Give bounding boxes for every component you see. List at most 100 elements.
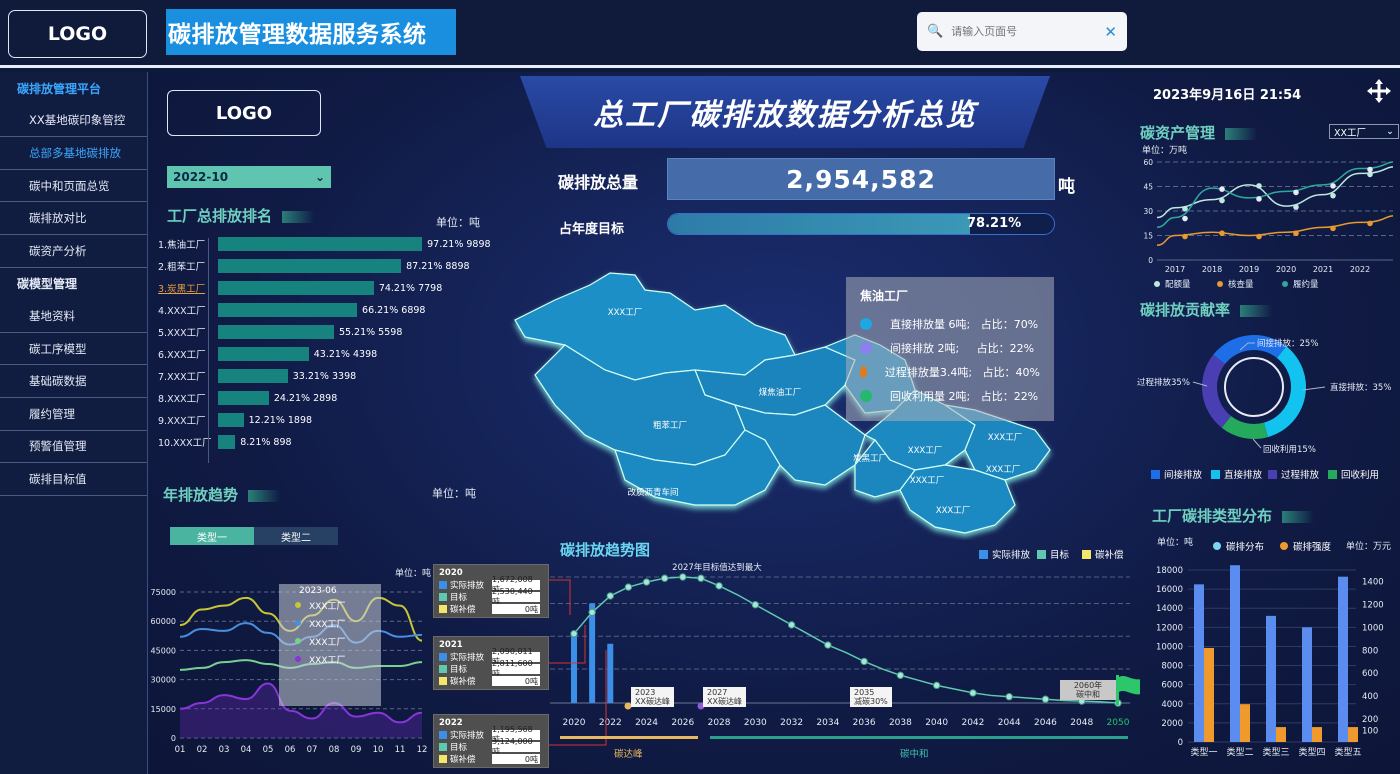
y-tick-label: 8000: [1161, 662, 1183, 672]
actual-bar: [589, 603, 596, 703]
sidebar-item[interactable]: 基地资料: [0, 300, 147, 333]
clear-icon[interactable]: ✕: [1104, 23, 1117, 41]
series-point: [1330, 225, 1336, 232]
phase-label: 碳中和: [900, 748, 929, 760]
legend-swatch-icon: [439, 743, 447, 751]
ranking-title: 工厂总排放排名: [167, 205, 315, 226]
date-select[interactable]: 2022-10 ⌄: [167, 166, 331, 188]
target-point: [642, 578, 651, 586]
legend-dot-icon: [1213, 542, 1221, 550]
legend-label: 配额量: [1165, 279, 1191, 290]
year-box-label: 碳补偿: [450, 677, 476, 687]
x-tick-label: 2036: [853, 718, 876, 728]
phase-bar-peak: [560, 736, 698, 739]
flag-pole: [1116, 675, 1119, 705]
x-tick-label: 05: [263, 745, 274, 755]
x-tick-label: 类型五: [1334, 746, 1361, 758]
rank-bar: [218, 259, 402, 273]
x-tick-label: 02: [197, 745, 208, 755]
y-tick-label: 60: [1143, 158, 1153, 167]
tooltip-rows: XXX工厂 XXX工厂 XXX工厂 XXX工厂: [279, 596, 381, 668]
x-tick-label: 2038: [889, 718, 912, 728]
series-point: [1219, 230, 1225, 237]
x-tick-label: 2024: [635, 718, 658, 728]
types-title: 工厂碳排类型分布: [1152, 505, 1315, 526]
legend-label: 履约量: [1293, 279, 1319, 290]
legend-dot-icon: [860, 366, 867, 378]
logo: LOGO: [8, 10, 147, 58]
rank-value: 24.21% 2898: [273, 392, 338, 404]
assets-chart: 0 15 30 45 60 2017 2018 2019 2020 2021 2022 配额量 核查量 履…: [1143, 158, 1394, 290]
bar-distribution: [1194, 584, 1204, 742]
rank-value: 97.21% 9898: [427, 238, 491, 250]
target-point: [715, 582, 723, 590]
legend-swatch-icon: [439, 605, 447, 613]
target-point: [679, 573, 687, 581]
bar-distribution: [1338, 576, 1348, 742]
target-point: [1005, 693, 1013, 701]
y2-tick-label: 1000: [1362, 623, 1384, 633]
sidebar-item[interactable]: 碳中和页面总览: [0, 170, 147, 203]
rank-bar: [218, 303, 358, 317]
legend-label: 过程排放: [1281, 470, 1320, 481]
legend-dot-icon: [295, 638, 301, 644]
legend-swatch-icon: [439, 653, 447, 661]
target-point: [588, 608, 596, 616]
tab-type-2[interactable]: 类型二: [254, 527, 338, 545]
donut-inner-ring: [1224, 357, 1284, 417]
x-tick-label: 2017: [1165, 265, 1185, 274]
y2-tick-label: 800: [1362, 646, 1378, 656]
legend-swatch-icon: [439, 731, 447, 739]
map-tooltip-row-label: 回收利用量 2吨; 占比：22%: [890, 390, 1039, 403]
rank-value: 33.21% 3398: [292, 370, 357, 382]
sidebar-item[interactable]: 履约管理: [0, 398, 147, 431]
target-point: [932, 681, 941, 690]
fullscreen-move-icon[interactable]: [1366, 78, 1392, 104]
y-tick-label: 12000: [1156, 623, 1183, 633]
year-box: 2022 实际排放 1,195,568吨 目标 3,124,000吨 碳补偿 0吨: [433, 714, 549, 768]
annual-trend-title-text: 年排放趋势: [163, 486, 239, 504]
map-tooltip-row-label: 过程排放量3.4吨; 占比：40%: [884, 366, 1040, 379]
series-line: [1156, 161, 1394, 229]
sidebar-item[interactable]: 基础碳数据: [0, 365, 147, 398]
sidebar-item[interactable]: XX基地碳印象管控: [0, 105, 147, 138]
sidebar-item[interactable]: 碳资产分析: [0, 235, 147, 268]
legend-item: 过程排放: [1268, 467, 1319, 481]
map-region-label: 炭黑工厂: [853, 454, 887, 464]
legend-dot-icon: [295, 602, 301, 608]
year-box-label: 目标: [450, 743, 468, 753]
x-tick-label: 2030: [744, 718, 767, 728]
year-box-value: 0吨: [492, 676, 540, 686]
year-box-label: 目标: [450, 665, 468, 675]
search-box[interactable]: 🔍 ✕: [917, 12, 1127, 51]
total-unit: 吨: [1058, 177, 1075, 197]
target-point: [751, 601, 760, 609]
flag-icon: [1119, 676, 1140, 695]
x-tick-label: 2034: [816, 718, 839, 728]
sidebar-item[interactable]: 碳模型管理: [0, 268, 147, 301]
map-tooltip-title: 焦油工厂: [860, 289, 909, 303]
sidebar-item[interactable]: 预警值管理: [0, 431, 147, 464]
ranking-axis: [208, 238, 209, 463]
sidebar-item[interactable]: 碳排放对比: [0, 202, 147, 235]
actual-bar: [571, 636, 577, 703]
sidebar-item[interactable]: 碳工序模型: [0, 333, 147, 366]
map-tooltip-rows: 直接排放量 6吨; 占比：70% 间接排放 2吨; 占比：22% 过程排放量3.4吨…: [860, 312, 1040, 408]
legend-label: 核查量: [1228, 279, 1254, 290]
tab-type-1[interactable]: 类型一: [170, 527, 254, 545]
factory-select-value: XX工厂: [1334, 127, 1367, 139]
connector-line: [548, 625, 586, 664]
y-tick-label: 0: [171, 734, 176, 743]
factory-select[interactable]: XX工厂 ⌄: [1329, 124, 1399, 139]
y-tick-label: 10000: [1156, 642, 1183, 652]
milestone-note: 2023 XX碳达峰: [631, 687, 674, 707]
bar-intensity: [1276, 727, 1286, 742]
donut-label: 过程排放35%: [1137, 377, 1190, 388]
sidebar-item[interactable]: 碳排放管理平台: [0, 72, 147, 105]
search-input[interactable]: [951, 25, 1105, 38]
year-box-row: 碳补偿 0吨: [439, 675, 543, 687]
sidebar-item[interactable]: 碳排目标值: [0, 463, 147, 496]
sidebar-item[interactable]: 总部多基地碳排放: [0, 137, 147, 170]
legend-dot-icon: [295, 620, 301, 626]
x-tick-label: 2050: [1107, 718, 1130, 728]
